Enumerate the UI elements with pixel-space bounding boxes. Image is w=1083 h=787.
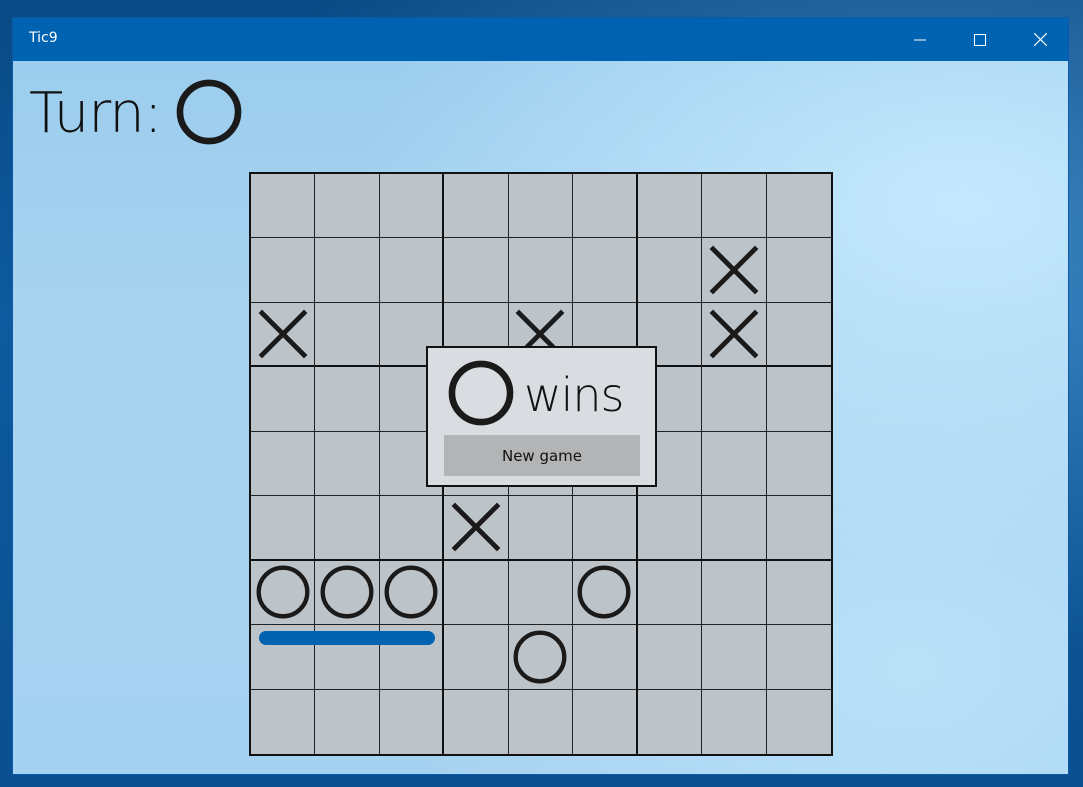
minimize-icon [914, 39, 926, 40]
board-cell[interactable] [766, 625, 831, 690]
board-cell[interactable] [702, 238, 767, 303]
board-cell[interactable] [637, 625, 703, 690]
circle-icon [514, 630, 567, 684]
maximize-icon [974, 33, 986, 46]
circle-icon [320, 565, 374, 619]
board-cell[interactable] [444, 238, 509, 303]
board-cell[interactable] [573, 174, 638, 239]
board-cell[interactable] [573, 496, 638, 561]
cross-icon [709, 245, 759, 295]
board-cell[interactable] [573, 689, 638, 754]
board-cell[interactable] [379, 496, 445, 561]
board-cell[interactable] [702, 560, 767, 626]
board-cell[interactable] [766, 432, 831, 497]
board-cell[interactable] [702, 496, 767, 561]
board-cell[interactable] [508, 238, 574, 303]
circle-icon [176, 79, 241, 145]
winner-piece [448, 360, 514, 430]
winning-line [259, 631, 435, 645]
board-cell[interactable] [315, 431, 380, 497]
title-bar: Tic9 [13, 18, 1068, 61]
cross-icon [258, 309, 308, 359]
turn-label: Turn: [29, 81, 163, 146]
board-cell[interactable] [379, 174, 445, 239]
board-cell[interactable] [637, 238, 703, 303]
cross-icon [709, 309, 759, 359]
board-cell[interactable] [315, 174, 380, 239]
board-cell[interactable] [444, 174, 509, 239]
game-over-dialog: wins New game [426, 346, 657, 487]
board-cell[interactable] [766, 496, 831, 561]
board-cell[interactable] [251, 174, 316, 239]
new-game-button[interactable]: New game [444, 435, 640, 476]
board-cell[interactable] [637, 496, 703, 561]
board-cell[interactable] [380, 689, 445, 754]
board-cell[interactable] [702, 174, 767, 239]
circle-icon [448, 360, 514, 426]
board-cell[interactable] [702, 367, 767, 432]
circle-icon [256, 565, 310, 619]
board-cell[interactable] [573, 625, 638, 690]
board-cell[interactable] [379, 238, 445, 303]
board-cell[interactable] [573, 238, 638, 303]
minimize-button[interactable] [890, 18, 950, 61]
board-cell[interactable] [766, 561, 831, 626]
board-cell[interactable] [766, 367, 831, 432]
close-icon [1033, 33, 1047, 46]
circle-icon [577, 565, 631, 619]
board-cell[interactable] [251, 238, 316, 303]
board-cell[interactable] [251, 302, 316, 368]
board-cell[interactable] [702, 689, 767, 754]
window-title: Tic9 [29, 30, 58, 46]
board-cell[interactable] [508, 625, 574, 690]
game-area: Turn: wins New game [13, 61, 1068, 774]
board-cell[interactable] [638, 689, 703, 754]
board-cell[interactable] [702, 431, 767, 497]
board-cell[interactable] [444, 689, 509, 754]
board-cell[interactable] [379, 560, 445, 626]
board-cell[interactable] [315, 496, 380, 561]
board-cell[interactable] [702, 625, 767, 690]
board-cell[interactable] [508, 496, 574, 561]
cross-icon [451, 503, 501, 552]
wins-label: wins [524, 368, 625, 422]
close-button[interactable] [1010, 18, 1068, 61]
board-cell[interactable] [444, 560, 509, 626]
board-cell[interactable] [315, 238, 380, 303]
current-turn-piece [176, 79, 242, 149]
board-cell[interactable] [251, 496, 316, 561]
board-cell[interactable] [573, 560, 638, 626]
board-cell[interactable] [315, 689, 380, 754]
board-cell[interactable] [251, 367, 316, 432]
board-cell[interactable] [766, 303, 831, 368]
board-cell[interactable] [509, 689, 574, 754]
board-cell[interactable] [251, 431, 316, 497]
board-cell[interactable] [315, 367, 380, 432]
board-cell[interactable] [444, 625, 509, 690]
board-cell[interactable] [767, 690, 831, 754]
board-cell[interactable] [508, 560, 574, 626]
board-cell[interactable] [702, 302, 767, 368]
board-cell[interactable] [766, 174, 831, 239]
board-cell[interactable] [637, 560, 703, 626]
board-cell[interactable] [315, 560, 380, 626]
board-cell[interactable] [251, 689, 316, 754]
board-cell[interactable] [766, 238, 831, 303]
board-cell[interactable] [637, 174, 703, 239]
maximize-button[interactable] [950, 18, 1010, 61]
app-window: Tic9 Turn: wins New game [12, 17, 1069, 775]
turn-indicator: Turn: [29, 79, 242, 149]
board-cell[interactable] [251, 560, 316, 626]
circle-icon [384, 565, 438, 619]
board-cell[interactable] [315, 302, 380, 368]
board-cell[interactable] [444, 496, 509, 561]
board-cell[interactable] [508, 174, 574, 239]
result-row: wins [448, 360, 625, 430]
